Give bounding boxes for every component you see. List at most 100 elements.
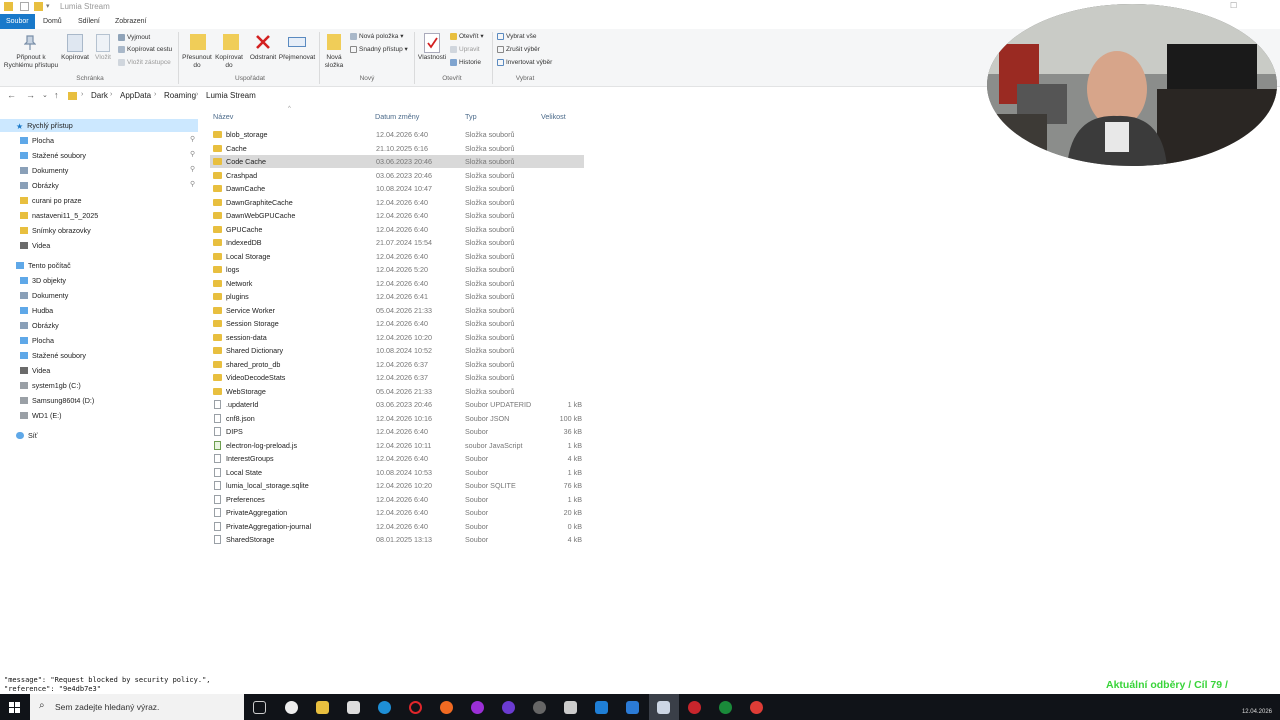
- edit-button[interactable]: Upravit: [450, 46, 480, 54]
- sidebar-item-quick[interactable]: Stažené soubory: [20, 149, 86, 162]
- tab-zobrazeni[interactable]: Zobrazení: [109, 14, 153, 29]
- sidebar-item-quick[interactable]: Plocha: [20, 134, 54, 147]
- pin-icon[interactable]: ⚲: [190, 180, 195, 188]
- app-icon[interactable]: [719, 701, 732, 714]
- copy-path-button[interactable]: Kopírovat cestu: [118, 46, 172, 54]
- history-button[interactable]: Historie: [450, 59, 481, 67]
- quick-access-dropdown-icon[interactable]: ▾: [46, 2, 50, 10]
- tab-soubor[interactable]: Soubor: [0, 14, 35, 29]
- maximize-icon[interactable]: ☐: [1230, 1, 1237, 10]
- system-clock[interactable]: 12.04.2026: [1242, 709, 1272, 715]
- open-button[interactable]: Otevřít ▾: [450, 33, 484, 41]
- table-row[interactable]: IndexedDB 21.07.2024 15:54 Složka souborů: [210, 236, 584, 249]
- table-row[interactable]: SharedStorage 08.01.2025 13:13 Soubor 4 kB: [210, 533, 584, 546]
- chevron-right-icon[interactable]: ›: [81, 91, 83, 98]
- table-row[interactable]: Local Storage 12.04.2026 6:40 Složka soubo…: [210, 250, 584, 263]
- app-icon[interactable]: [564, 701, 577, 714]
- app-icon[interactable]: [688, 701, 701, 714]
- pin-icon[interactable]: ⚲: [190, 135, 195, 143]
- properties-button[interactable]: Vlastnosti: [416, 54, 448, 62]
- back-arrow-icon[interactable]: ←: [7, 90, 16, 100]
- delete-button[interactable]: Odstranit: [247, 54, 279, 62]
- edge-icon[interactable]: [378, 701, 391, 714]
- copy-button[interactable]: Kopírovat: [58, 54, 92, 62]
- app-icon[interactable]: [285, 701, 298, 714]
- store-icon[interactable]: [347, 701, 360, 714]
- table-row[interactable]: Network 12.04.2026 6:40 Složka souborů: [210, 277, 584, 290]
- paste-button[interactable]: Vložit: [92, 54, 114, 62]
- opera-icon[interactable]: [409, 701, 422, 714]
- nav-quick-access[interactable]: ★ Rychlý přístup: [0, 119, 198, 132]
- new-item-button[interactable]: Nová položka ▾: [350, 33, 403, 41]
- sidebar-item-pc[interactable]: Dokumenty: [20, 289, 68, 302]
- chevron-right-icon[interactable]: ›: [196, 91, 198, 98]
- app-icon[interactable]: [502, 701, 515, 714]
- column-header-date[interactable]: Datum změny: [375, 112, 419, 121]
- tab-sdileni[interactable]: Sdílení: [72, 14, 106, 29]
- table-row[interactable]: logs 12.04.2026 5:20 Složka souborů: [210, 263, 584, 276]
- paste-shortcut-button[interactable]: Vložit zástupce: [118, 59, 171, 67]
- column-header-name[interactable]: Název: [213, 112, 233, 121]
- table-row[interactable]: VideoDecodeStats 12.04.2026 6:37 Složka so…: [210, 371, 584, 384]
- windows-start-icon[interactable]: [9, 702, 20, 713]
- move-to-button[interactable]: Přesunout do: [181, 54, 213, 70]
- copy-to-button[interactable]: Kopírovat do: [213, 54, 245, 70]
- new-folder-button[interactable]: Nová složka: [320, 54, 348, 70]
- app-icon[interactable]: [657, 701, 670, 714]
- column-header-type[interactable]: Typ: [465, 112, 477, 121]
- table-row[interactable]: DawnCache 10.08.2024 10:47 Složka souborů: [210, 182, 584, 195]
- cut-button[interactable]: Vyjmout: [118, 34, 150, 42]
- nav-network[interactable]: Síť: [16, 429, 38, 442]
- chevron-right-icon[interactable]: ›: [110, 91, 112, 98]
- task-view-icon[interactable]: [253, 701, 266, 714]
- table-row[interactable]: Session Storage 12.04.2026 6:40 Složka sou…: [210, 317, 584, 330]
- sidebar-item-pc[interactable]: WD1 (E:): [20, 409, 62, 422]
- file-explorer-icon[interactable]: [316, 701, 329, 714]
- select-none-button[interactable]: Zrušit výběr: [497, 46, 540, 54]
- sidebar-item-quick[interactable]: Dokumenty: [20, 164, 68, 177]
- table-row[interactable]: GPUCache 12.04.2026 6:40 Složka souborů: [210, 223, 584, 236]
- nav-this-pc[interactable]: Tento počítač: [16, 259, 71, 272]
- properties-quick-icon[interactable]: [20, 2, 29, 11]
- sidebar-item-quick[interactable]: curani po praze: [20, 194, 82, 207]
- app-icon[interactable]: [471, 701, 484, 714]
- table-row[interactable]: DawnWebGPUCache 12.04.2026 6:40 Složka sou…: [210, 209, 584, 222]
- table-row[interactable]: WebStorage 05.04.2026 21:33 Složka souborů: [210, 385, 584, 398]
- table-row[interactable]: session-data 12.04.2026 10:20 Složka soubo…: [210, 331, 584, 344]
- sidebar-item-pc[interactable]: Samsung860t4 (D:): [20, 394, 94, 407]
- table-row[interactable]: blob_storage 12.04.2026 6:40 Složka soubor…: [210, 128, 584, 141]
- forward-arrow-icon[interactable]: →: [26, 90, 35, 100]
- breadcrumb-roaming[interactable]: Roaming: [164, 91, 196, 100]
- pin-icon[interactable]: ⚲: [190, 165, 195, 173]
- app-icon[interactable]: [595, 701, 608, 714]
- table-row[interactable]: DIPS 12.04.2026 6:40 Soubor 36 kB: [210, 425, 584, 438]
- column-header-size[interactable]: Velikost: [541, 112, 566, 121]
- sidebar-item-pc[interactable]: system1gb (C:): [20, 379, 81, 392]
- chrome-icon[interactable]: [750, 701, 763, 714]
- table-row[interactable]: InterestGroups 12.04.2026 6:40 Soubor 4 kB: [210, 452, 584, 465]
- breadcrumb-lumia-stream[interactable]: Lumia Stream: [206, 91, 256, 100]
- sidebar-item-quick[interactable]: nastaveni11_5_2025: [20, 209, 98, 222]
- table-row[interactable]: lumia_local_storage.sqlite 12.04.2026 10:…: [210, 479, 584, 492]
- table-row[interactable]: .updaterId 03.06.2023 20:46 Soubor UPDATER…: [210, 398, 584, 411]
- table-row[interactable]: DawnGraphiteCache 12.04.2026 6:40 Složka s…: [210, 196, 584, 209]
- chevron-right-icon[interactable]: ›: [154, 91, 156, 98]
- rename-button[interactable]: Přejmenovat: [278, 54, 316, 62]
- app-icon[interactable]: [533, 701, 546, 714]
- sidebar-item-quick[interactable]: Videa: [20, 239, 50, 252]
- table-row[interactable]: electron-log-preload.js 12.04.2026 10:11 s…: [210, 439, 584, 452]
- table-row[interactable]: Cache 21.10.2025 6:16 Složka souborů: [210, 142, 584, 155]
- table-row[interactable]: cnf8.json 12.04.2026 10:16 Soubor JSON 100 …: [210, 412, 584, 425]
- sidebar-item-quick[interactable]: Snímky obrazovky: [20, 224, 91, 237]
- sidebar-item-pc[interactable]: Hudba: [20, 304, 53, 317]
- breadcrumb-dark[interactable]: Dark: [91, 91, 108, 100]
- sidebar-item-pc[interactable]: Plocha: [20, 334, 54, 347]
- recent-dropdown-icon[interactable]: ⌄: [42, 91, 48, 99]
- select-all-button[interactable]: Vybrat vše: [497, 33, 536, 41]
- table-row[interactable]: Local State 10.08.2024 10:53 Soubor 1 kB: [210, 466, 584, 479]
- table-row[interactable]: Crashpad 03.06.2023 20:46 Složka souborů: [210, 169, 584, 182]
- pin-quick-access-button[interactable]: Připnout k Rychlému přístupu: [2, 54, 60, 70]
- sidebar-item-pc[interactable]: Videa: [20, 364, 50, 377]
- sidebar-item-pc[interactable]: Obrázky: [20, 319, 59, 332]
- tab-domu[interactable]: Domů: [37, 14, 68, 29]
